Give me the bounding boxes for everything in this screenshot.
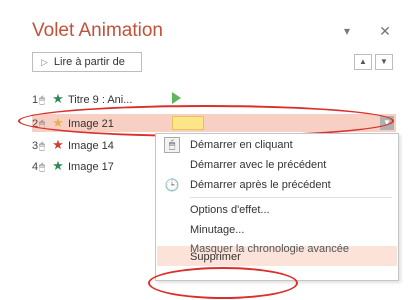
- mouse-icon: 🖱: [164, 137, 180, 153]
- context-menu: 🖱 Démarrer en cliquant Démarrer avec le …: [155, 133, 399, 281]
- mouse-icon: 🖱: [39, 95, 45, 106]
- menu-separator: [190, 197, 392, 198]
- star-icon: ★: [52, 137, 64, 152]
- mouse-icon: 🖱: [39, 162, 45, 173]
- animation-name: Titre 9 : Ani...: [68, 94, 133, 106]
- animation-name: Image 17: [68, 161, 114, 173]
- animation-order: 4: [32, 161, 39, 173]
- animation-item[interactable]: 1🖱 ★ Titre 9 : Ani...: [32, 90, 132, 108]
- star-icon: ★: [52, 91, 64, 106]
- animation-name: Image 21: [68, 118, 114, 130]
- menu-item-effect-options[interactable]: Options d'effet...: [190, 201, 270, 219]
- move-up-button[interactable]: ▲: [354, 54, 372, 70]
- menu-item-start-on-click[interactable]: Démarrer en cliquant: [190, 136, 293, 154]
- mouse-icon: 🖱: [39, 141, 45, 152]
- timeline-play-marker: [172, 92, 181, 104]
- animation-order: 1: [32, 94, 39, 106]
- close-icon[interactable]: ✕: [378, 24, 392, 38]
- clock-icon: 🕒: [164, 178, 180, 192]
- menu-item-remove[interactable]: Supprimer: [190, 248, 241, 266]
- animation-item[interactable]: 4🖱 ★ Image 17: [32, 157, 114, 175]
- play-icon: ▷: [41, 57, 48, 67]
- menu-item-start-after-previous[interactable]: Démarrer après le précédent: [190, 176, 331, 194]
- timeline-bar[interactable]: [172, 116, 204, 130]
- animation-pane: Volet Animation ▾ ✕ ▷ Lire à partir de ▲ …: [0, 0, 416, 300]
- mouse-icon: 🖱: [39, 119, 45, 130]
- pane-options-dropdown-icon[interactable]: ▾: [340, 24, 354, 38]
- menu-item-timing[interactable]: Minutage...: [190, 221, 244, 239]
- animation-item[interactable]: 3🖱 ★ Image 14: [32, 136, 114, 154]
- move-down-button[interactable]: ▼: [375, 54, 393, 70]
- play-from-label: Lire à partir de: [53, 56, 125, 68]
- star-icon: ★: [52, 158, 64, 173]
- animation-order: 2: [32, 118, 39, 130]
- star-icon: ★: [52, 115, 64, 130]
- animation-order: 3: [32, 140, 39, 152]
- animation-name: Image 14: [68, 140, 114, 152]
- pane-title: Volet Animation: [32, 20, 163, 41]
- play-from-button[interactable]: ▷ Lire à partir de: [32, 52, 142, 72]
- menu-item-start-with-previous[interactable]: Démarrer avec le précédent: [190, 156, 326, 174]
- item-dropdown-chevron-down-icon[interactable]: ▼: [380, 116, 394, 130]
- animation-item-selected[interactable]: 2🖱 ★ Image 21: [32, 114, 114, 132]
